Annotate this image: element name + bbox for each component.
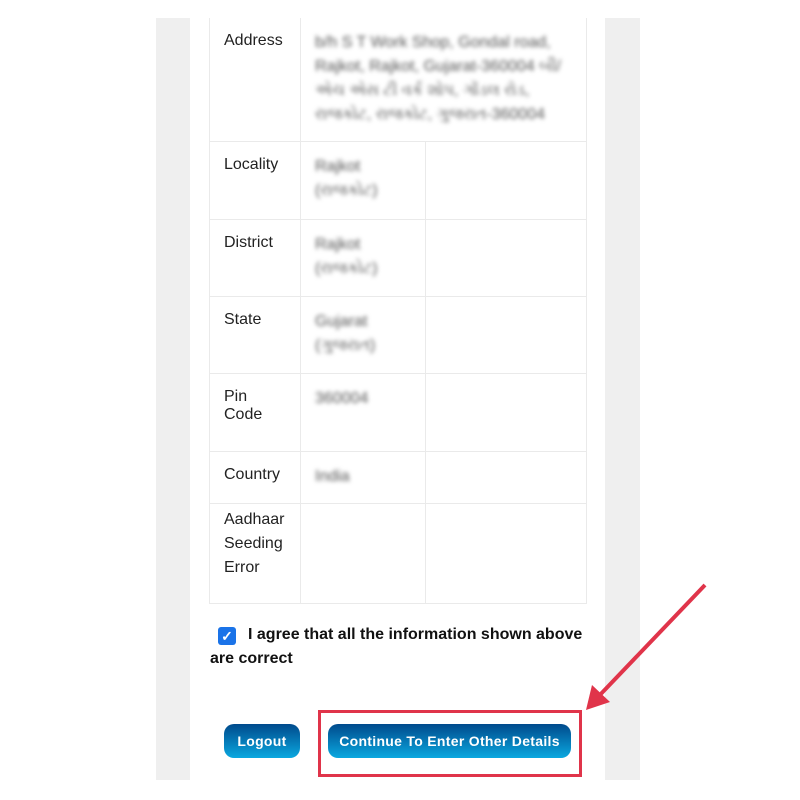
annotation-arrow-icon xyxy=(586,583,707,710)
